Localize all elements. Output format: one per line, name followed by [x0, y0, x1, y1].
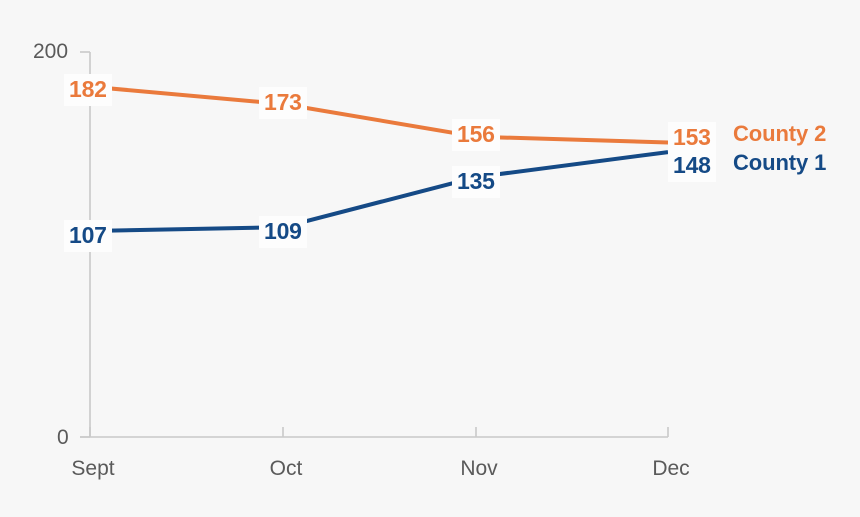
x-axis-label-sept: Sept — [71, 457, 115, 480]
series-line-county-2 — [89, 84, 669, 145]
data-label-county1-sept: 107 — [64, 220, 112, 252]
data-label-county2-oct: 173 — [259, 87, 307, 119]
x-axis-label-nov: Nov — [460, 457, 498, 480]
line-chart: 182 173 156 153 107 109 135 148 County 2… — [0, 0, 860, 517]
data-label-county2-nov: 156 — [452, 119, 500, 151]
legend-item-county-2[interactable]: County 2 — [733, 123, 826, 145]
y-axis-label-200: 200 — [33, 40, 69, 63]
chart-plot-area — [80, 51, 669, 438]
data-label-county1-nov: 135 — [452, 166, 500, 198]
data-label-county1-oct: 109 — [259, 216, 307, 248]
data-label-county1-dec: 148 — [668, 150, 716, 182]
series-line-county-1 — [89, 150, 669, 234]
x-axis-label-oct: Oct — [269, 457, 303, 480]
x-axis-label-dec: Dec — [652, 457, 690, 480]
legend-item-county-1[interactable]: County 1 — [733, 152, 826, 174]
y-axis-label-0: 0 — [57, 426, 69, 449]
data-label-county2-sept: 182 — [64, 74, 112, 106]
